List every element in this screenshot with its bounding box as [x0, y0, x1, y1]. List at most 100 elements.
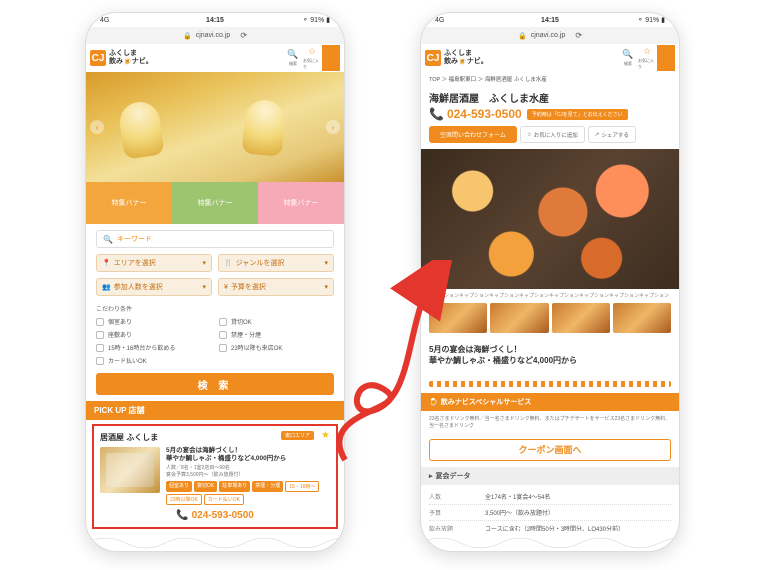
- star-icon: ☆: [527, 132, 532, 138]
- thumb-2[interactable]: [490, 303, 548, 333]
- refresh-icon[interactable]: ⟳: [240, 31, 247, 40]
- banner-1[interactable]: 特集バナー: [86, 182, 172, 224]
- url-bar[interactable]: 🔒 cjnavi.co.jp ⟳: [421, 27, 679, 44]
- phone-left: 4G 14:15 ⚬ 91% ▮ 🔒 cjnavi.co.jp ⟳ CJ ふくし…: [85, 12, 345, 552]
- shop-headline: 5月の宴会は海鮮づくし！ 華やか鯛しゃぶ・桶盛りなど4,000円から: [166, 447, 330, 463]
- filter-checkbox[interactable]: 座敷あり: [96, 330, 211, 339]
- url-host: cjnavi.co.jp: [196, 32, 231, 39]
- tag: カード払いOK: [204, 494, 244, 505]
- status-signal: 4G: [435, 17, 444, 24]
- nav-search[interactable]: 🔍検索: [284, 45, 302, 71]
- thumb-4[interactable]: [613, 303, 671, 333]
- pin-icon: 📍: [102, 259, 111, 267]
- tag: 23時以降OK: [166, 494, 202, 505]
- thumb-3[interactable]: [552, 303, 610, 333]
- lock-icon: 🔒: [518, 32, 527, 40]
- area-select[interactable]: 📍エリアを選択▾: [96, 254, 212, 272]
- service-description: 23名さまドリンク無料／当一名さまドリンク無料、またはプチデザートをサービス23…: [421, 411, 679, 435]
- tag: 宴切OK: [194, 481, 217, 492]
- status-battery: ⚬ 91% ▮: [302, 16, 330, 24]
- pickup-header: PICK UP 店舗: [86, 401, 344, 420]
- search-button[interactable]: 検 索: [96, 373, 334, 395]
- refresh-icon[interactable]: ⟳: [575, 31, 582, 40]
- star-icon: ☆: [308, 46, 316, 57]
- torn-edge: [86, 531, 344, 552]
- event-title: 5月の宴会は海鮮づくし！ 華やか鯛しゃぶ・桶盛りなど4,000円から: [429, 345, 671, 367]
- app-header: CJ ふくしま飲み🍺ナビ。 🔍検索 ☆お気に入り ≡: [86, 44, 344, 72]
- image-caption: キャプションキャプションキャプションキャプションキャプションキャプションキャプシ…: [421, 292, 679, 303]
- phone-right: 4G 14:15 ⚬ 91% ▮ 🔒 cjnavi.co.jp ⟳ CJ ふくし…: [420, 12, 680, 552]
- inquiry-form-button[interactable]: 空席問い合わせフォーム: [429, 126, 517, 143]
- nav-search[interactable]: 🔍検索: [619, 45, 637, 71]
- shop-thumb: [100, 447, 160, 493]
- banner-2[interactable]: 特集バナー: [172, 182, 258, 224]
- table-row: 予算3,500円〜（飲み放題付）: [429, 505, 671, 521]
- status-battery: ⚬ 91% ▮: [637, 16, 665, 24]
- thumb-1[interactable]: [429, 303, 487, 333]
- checkbox-icon: [219, 344, 227, 352]
- nav-menu[interactable]: ≡: [657, 45, 675, 71]
- add-favorite-button[interactable]: ☆お気に入りに追加: [520, 126, 585, 143]
- filter-checkbox[interactable]: 貸切OK: [219, 317, 334, 326]
- nav-menu[interactable]: ≡: [322, 45, 340, 71]
- chevron-down-icon: ▾: [324, 259, 328, 267]
- carousel-next[interactable]: ›: [326, 120, 340, 134]
- filter-checkbox[interactable]: カード払いOK: [96, 356, 211, 365]
- search-icon: 🔍: [103, 235, 113, 244]
- phone-icon: 📞: [429, 107, 444, 121]
- hero-carousel[interactable]: ‹ ›: [86, 72, 344, 182]
- carousel-prev[interactable]: ‹: [90, 120, 104, 134]
- genre-select[interactable]: 🍴ジャンルを選択▾: [218, 254, 334, 272]
- checkbox-icon: [96, 344, 104, 352]
- search-icon: 🔍: [287, 49, 298, 60]
- refine-label: こだわり条件: [96, 304, 334, 313]
- chevron-down-icon: ▾: [202, 259, 206, 267]
- logo[interactable]: CJ ふくしま飲み🍺ナビ。: [90, 50, 153, 66]
- logo-text: ふくしま飲み🍺ナビ。: [444, 50, 488, 65]
- chevron-down-icon: ▾: [202, 283, 206, 291]
- reservation-note: 予約時は「CJを見て」とお伝えください: [527, 109, 628, 120]
- filter-checkbox[interactable]: 15時・16時台から飲める: [96, 343, 211, 352]
- hamburger-icon: ≡: [663, 53, 668, 63]
- chevron-down-icon: ▾: [324, 283, 328, 291]
- shop-area-badge: 東口エリア: [281, 431, 314, 440]
- shop-phone-large[interactable]: 📞024-593-0500: [429, 107, 522, 121]
- search-icon: 🔍: [622, 49, 633, 60]
- page-title: 海鮮居酒屋 ふくしま水産: [421, 86, 679, 107]
- filter-checkbox[interactable]: 個室あり: [96, 317, 211, 326]
- url-bar[interactable]: 🔒 cjnavi.co.jp ⟳: [86, 27, 344, 44]
- hamburger-icon: ≡: [328, 53, 333, 63]
- lock-icon: 🔒: [183, 32, 192, 40]
- logo-badge: CJ: [425, 50, 441, 66]
- data-header: ▸ 宴会データ: [421, 467, 679, 485]
- breadcrumb[interactable]: TOP ＞ 福島駅東口 ＞ 海鮮居酒屋 ふくしま水産: [421, 72, 679, 86]
- yen-icon: ¥: [224, 284, 228, 291]
- keyword-input[interactable]: 🔍キーワード: [96, 230, 334, 248]
- nav-favorite[interactable]: ☆お気に入り: [638, 45, 656, 71]
- share-button[interactable]: ↗シェアする: [588, 126, 636, 143]
- status-signal: 4G: [100, 17, 109, 24]
- shop-phone[interactable]: 📞024-593-0500: [100, 510, 330, 521]
- banner-3[interactable]: 特集バナー: [258, 182, 344, 224]
- shop-sub: 人数／8名・1室2店目～99名 宴会予算3,500円～（飲み放題付）: [166, 465, 330, 478]
- status-time: 14:15: [206, 17, 224, 24]
- favorite-star-icon[interactable]: ★: [321, 430, 330, 441]
- budget-select[interactable]: ¥予算を選択▾: [218, 278, 334, 296]
- search-panel: 🔍キーワード 📍エリアを選択▾ 🍴ジャンルを選択▾ 👥参加人数を選択▾ ¥予算を…: [86, 224, 344, 401]
- people-icon: 👥: [102, 283, 111, 291]
- logo[interactable]: CJ ふくしま飲み🍺ナビ。: [425, 50, 488, 66]
- tag: 禁煙・分煙: [252, 481, 283, 492]
- logo-badge: CJ: [90, 50, 106, 66]
- checkbox-icon: [219, 331, 227, 339]
- coupon-button[interactable]: クーポン画面へ: [429, 439, 671, 461]
- filter-checkbox[interactable]: 23時以降も来店OK: [219, 343, 334, 352]
- tag: 駐車場あり: [219, 481, 250, 492]
- shop-card[interactable]: 居酒屋 ふくしま 東口エリア ★ 5月の宴会は海鮮づくし！ 華やか鯛しゃぶ・桶盛…: [92, 424, 338, 529]
- torn-edge: [421, 531, 679, 552]
- people-select[interactable]: 👥参加人数を選択▾: [96, 278, 212, 296]
- service-header: 🍺飲みナビスペシャルサービス: [421, 393, 679, 411]
- filter-checkbox[interactable]: 禁煙・分煙: [219, 330, 334, 339]
- nav-favorite[interactable]: ☆お気に入り: [303, 45, 321, 71]
- mug-icon: 🍺: [429, 398, 438, 406]
- thumbnail-row: [421, 303, 679, 339]
